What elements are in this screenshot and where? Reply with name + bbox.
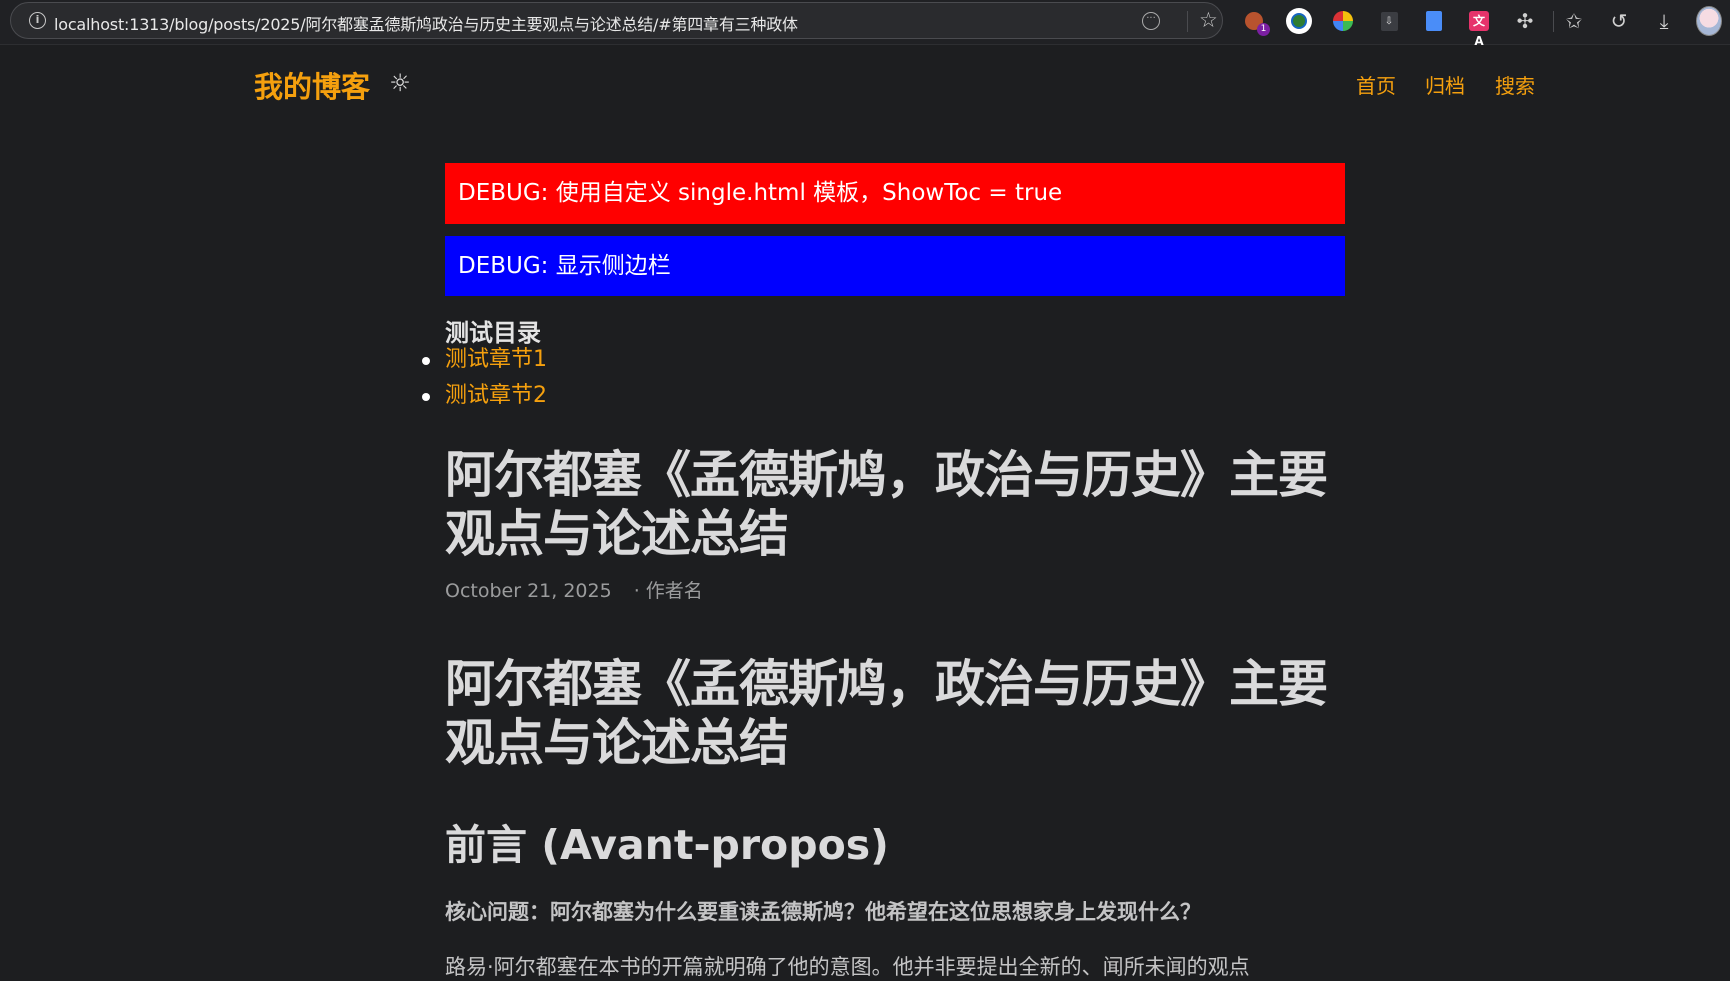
nav-home-link[interactable]: 首页: [1356, 70, 1396, 99]
toc-item[interactable]: 测试章节2: [422, 380, 547, 416]
nav-search-link[interactable]: 搜索: [1495, 70, 1535, 99]
history-icon[interactable]: ↺: [1606, 8, 1632, 34]
core-question: 核心问题：阿尔都塞为什么要重读孟德斯鸠？他希望在这位思想家身上发现什么？: [445, 900, 1201, 924]
address-bar[interactable]: i localhost:1313/blog/posts/2025/阿尔都塞孟德斯…: [10, 2, 1223, 39]
toc-item[interactable]: 测试章节1: [422, 344, 547, 380]
extension-badge: 1: [1257, 23, 1270, 36]
paragraph: 路易·阿尔都塞在本书的开篇就明确了他的意图。他并非要提出全新的、闻所未闻的观点: [445, 955, 1250, 979]
toc-list: 测试章节1 测试章节2: [422, 344, 547, 416]
section-heading: 前言 (Avant-propos): [445, 821, 889, 869]
post-date: October 21, 2025: [445, 580, 612, 602]
toc-title: 测试目录: [445, 319, 541, 347]
reader-mode-icon[interactable]: ···: [1142, 12, 1160, 30]
post-title: 阿尔都塞《孟德斯鸠，政治与历史》主要观点与论述总结: [445, 446, 1328, 563]
nav-archive-link[interactable]: 归档: [1425, 70, 1465, 99]
extension-globe-icon[interactable]: [1286, 8, 1312, 34]
theme-toggle-icon[interactable]: ☼: [387, 70, 413, 96]
content-heading: 阿尔都塞《孟德斯鸠，政治与历史》主要观点与论述总结: [445, 655, 1328, 772]
post-meta: October 21, 2025 · 作者名: [445, 576, 703, 603]
extension-ninja-icon[interactable]: 1: [1241, 8, 1270, 36]
favorites-icon[interactable]: ✩: [1561, 8, 1587, 34]
url-text[interactable]: localhost:1313/blog/posts/2025/阿尔都塞孟德斯鸠政…: [54, 11, 798, 35]
browser-toolbar: i localhost:1313/blog/posts/2025/阿尔都塞孟德斯…: [0, 0, 1730, 48]
extension-download-icon[interactable]: ⇩: [1376, 8, 1402, 34]
extension-ball-icon[interactable]: [1330, 8, 1356, 34]
debug-sidebar-banner: DEBUG: 显示侧边栏: [445, 236, 1345, 296]
post-author: · 作者名: [633, 580, 703, 602]
info-icon[interactable]: i: [29, 12, 46, 29]
downloads-icon[interactable]: ⤓: [1651, 8, 1677, 34]
extension-translate-icon[interactable]: 文A: [1466, 8, 1492, 48]
extension-doc-icon[interactable]: [1421, 8, 1447, 34]
profile-avatar-icon[interactable]: [1696, 6, 1722, 36]
favorite-star-icon[interactable]: ☆: [1199, 8, 1218, 32]
extensions-puzzle-icon[interactable]: ✣: [1512, 8, 1538, 34]
debug-template-banner: DEBUG: 使用自定义 single.html 模板，ShowToc = tr…: [445, 163, 1345, 224]
divider: [1187, 11, 1188, 32]
divider: [1553, 11, 1554, 32]
site-title[interactable]: 我的博客: [254, 64, 370, 106]
